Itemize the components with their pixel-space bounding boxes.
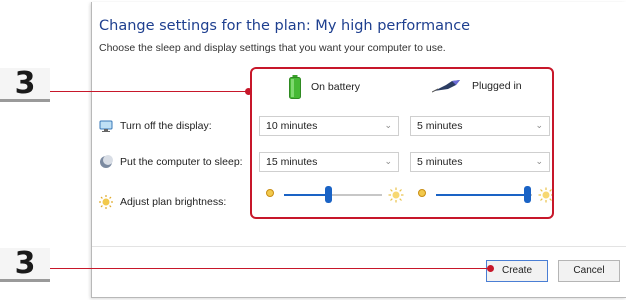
callout-number: 3: [0, 66, 50, 102]
callout-dot: [487, 265, 494, 272]
create-button[interactable]: Create: [486, 260, 548, 282]
sleep-row: Put the computer to sleep:: [99, 155, 243, 169]
callout-number: 3: [0, 246, 50, 282]
turn-off-display-label: Turn off the display:: [120, 120, 212, 132]
page-subtitle: Choose the sleep and display settings th…: [99, 42, 446, 54]
callout-line: [50, 91, 248, 92]
brightness-row: Adjust plan brightness:: [99, 195, 226, 209]
footer-divider: [92, 246, 626, 247]
callout-dot: [245, 88, 252, 95]
page-title: Change settings for the plan: My high pe…: [99, 18, 471, 34]
sun-icon: [99, 195, 113, 209]
settings-highlight-box: [250, 67, 554, 219]
monitor-icon: [99, 120, 113, 132]
cancel-button[interactable]: Cancel: [558, 260, 620, 282]
sleep-label: Put the computer to sleep:: [120, 156, 243, 168]
moon-icon: [100, 155, 113, 168]
brightness-label: Adjust plan brightness:: [120, 196, 227, 208]
turn-off-display-row: Turn off the display:: [99, 119, 212, 133]
callout-line: [50, 268, 490, 269]
